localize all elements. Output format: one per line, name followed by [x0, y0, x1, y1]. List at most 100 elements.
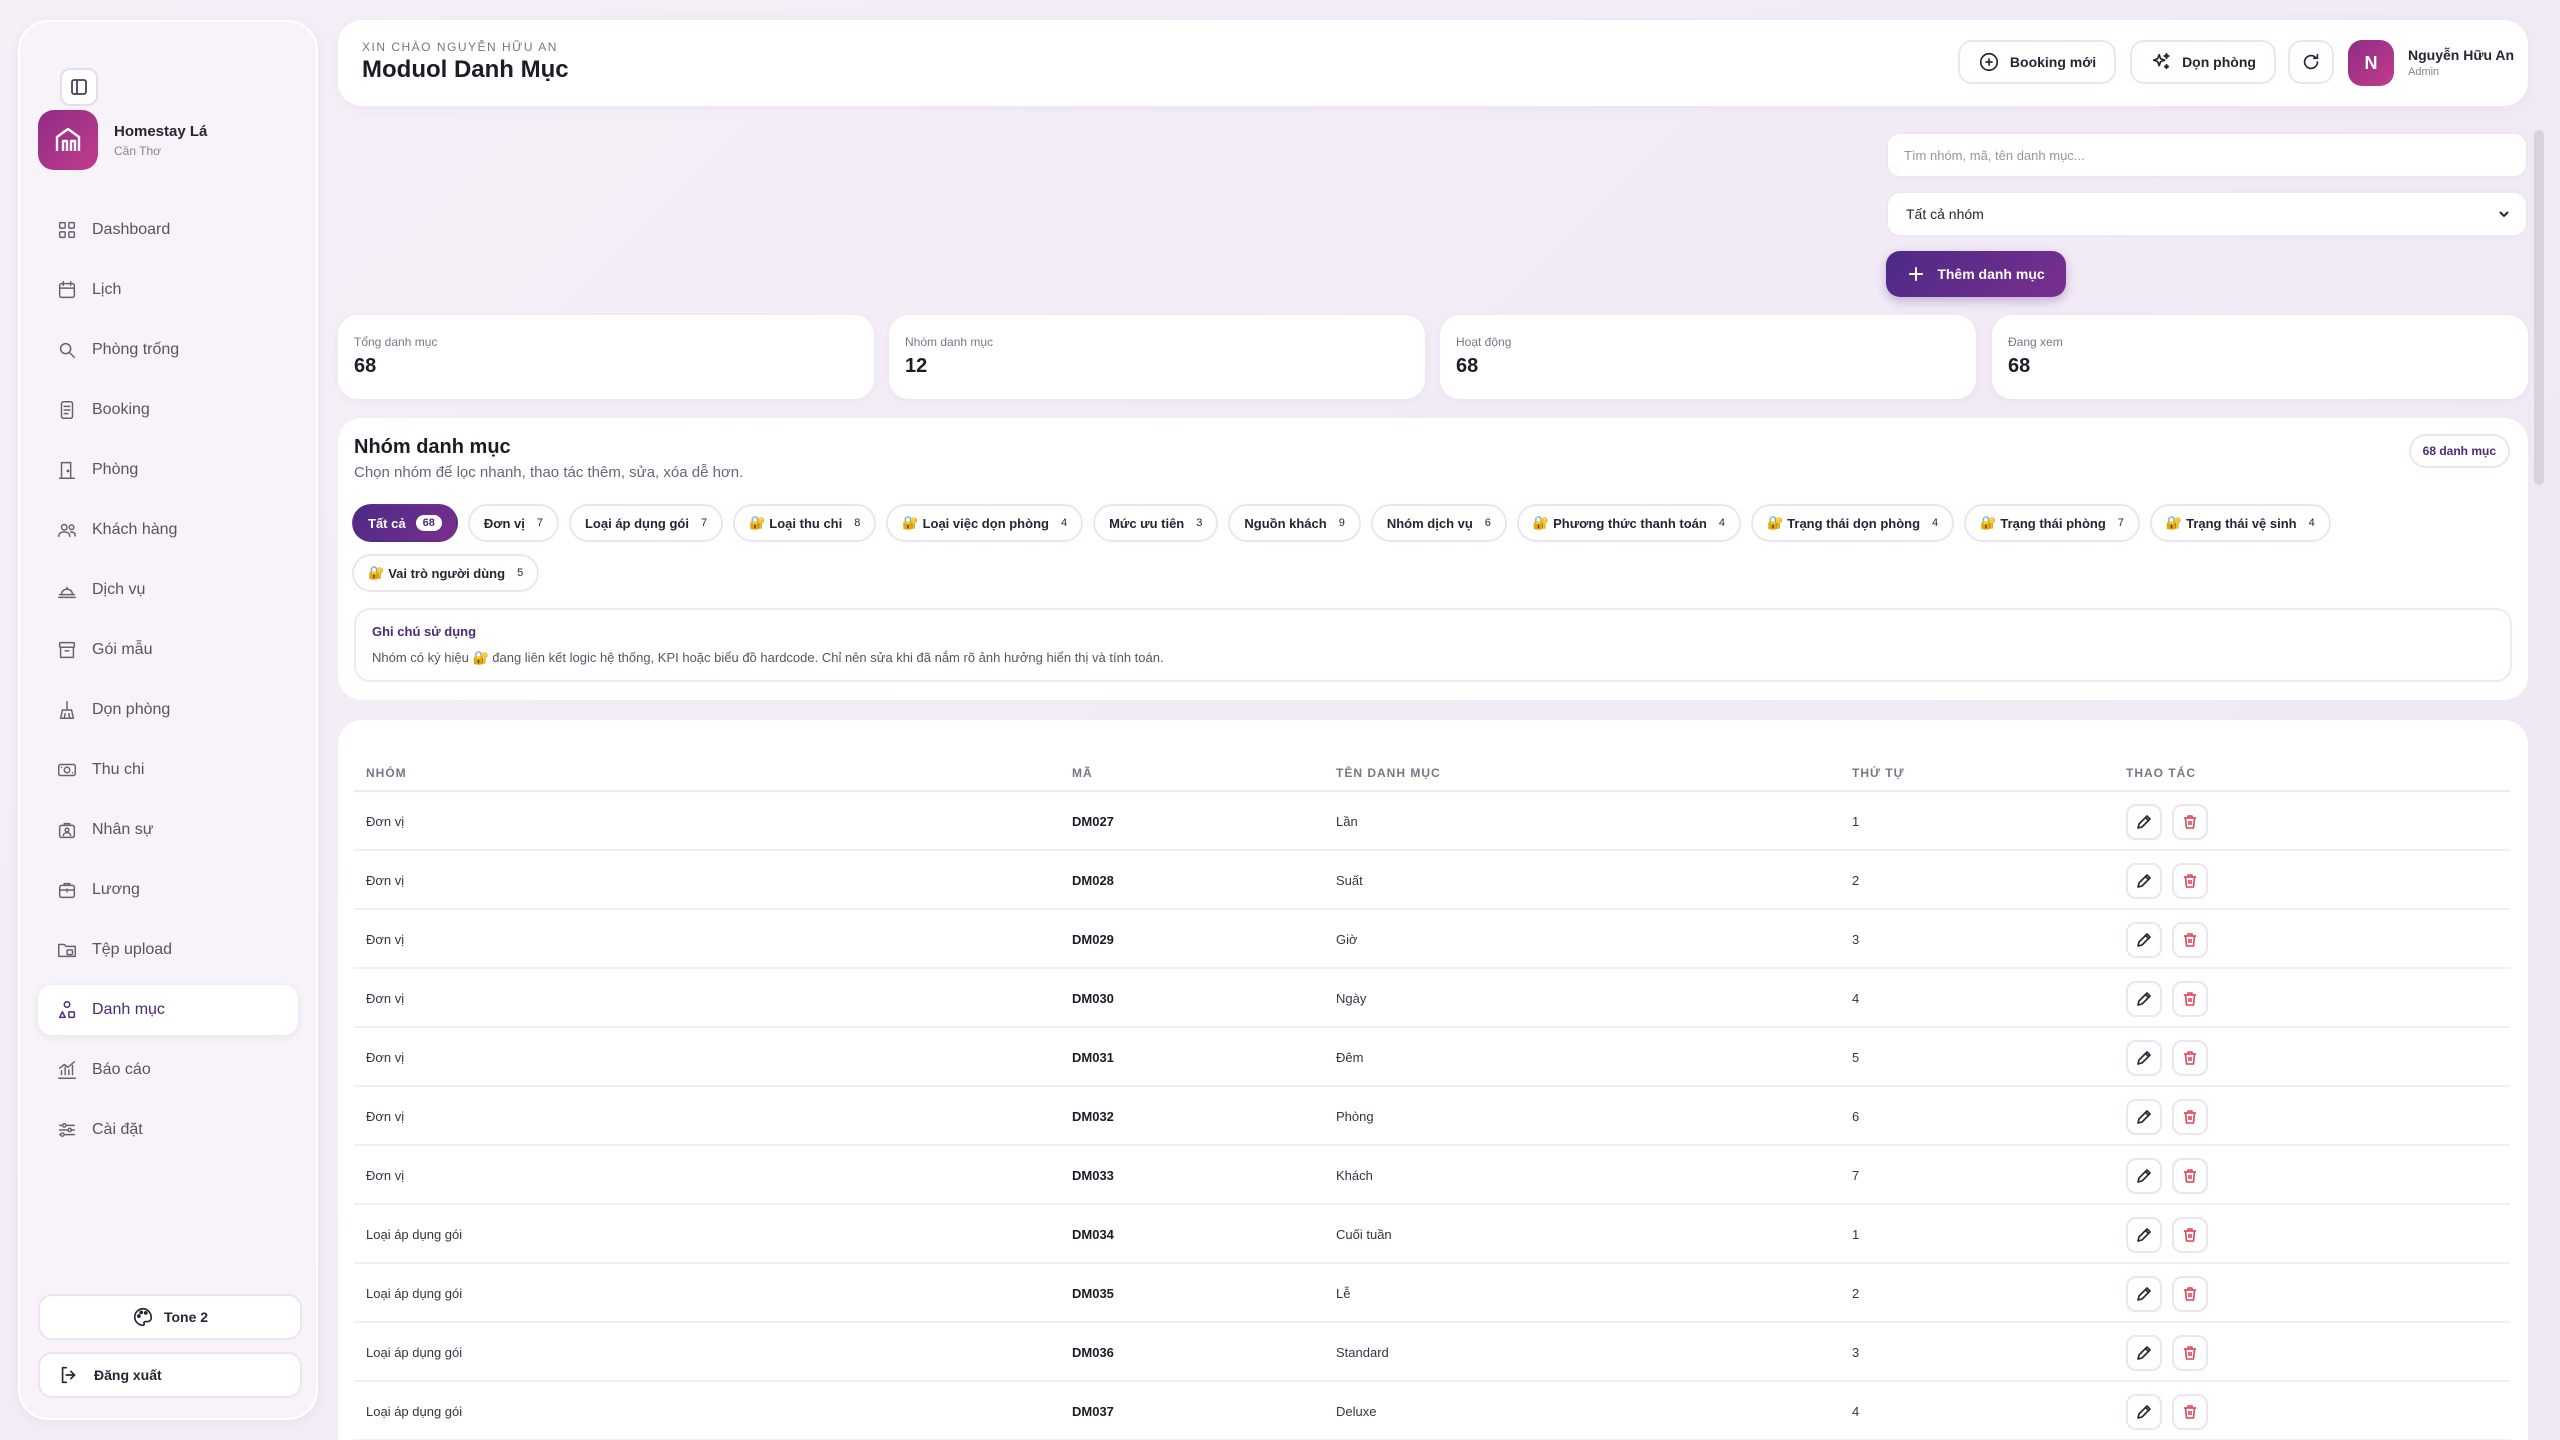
group-chip[interactable]: 🔐 Loại việc dọn phòng 4 — [886, 504, 1084, 542]
row-actions — [2126, 1158, 2218, 1194]
table-row: Đơn vị DM033 Khách 7 — [354, 1146, 2510, 1205]
sidebar-item-6[interactable]: Dịch vụ — [38, 565, 298, 615]
search-input[interactable] — [1886, 132, 2528, 178]
row-name: Ngày — [1336, 991, 1367, 1006]
delete-button[interactable] — [2172, 981, 2208, 1017]
stat-value: 12 — [905, 355, 928, 377]
delete-button[interactable] — [2172, 863, 2208, 899]
refresh-button[interactable] — [2288, 40, 2334, 84]
sidebar-item-0[interactable]: Dashboard — [38, 205, 298, 255]
stat-total: Tổng danh mục 68 — [338, 315, 874, 399]
sidebar-toggle-button[interactable] — [60, 68, 98, 106]
row-group: Đơn vị — [366, 991, 405, 1006]
group-chip[interactable]: Nhóm dịch vụ 6 — [1370, 504, 1507, 542]
delete-button[interactable] — [2172, 804, 2208, 840]
edit-button[interactable] — [2126, 1394, 2162, 1430]
delete-button[interactable] — [2172, 1394, 2208, 1430]
table-row: Đơn vị DM029 Giờ 3 — [354, 910, 2510, 969]
delete-button[interactable] — [2172, 922, 2208, 958]
delete-button[interactable] — [2172, 1335, 2208, 1371]
group-chip[interactable]: 🔐 Trạng thái vệ sinh 4 — [2149, 504, 2331, 542]
row-code: DM035 — [1072, 1286, 1114, 1301]
sidebar-item-11[interactable]: Lương — [38, 865, 298, 915]
sidebar-item-label: Lịch — [92, 281, 122, 298]
chip-label: Trạng thái dọn phòng — [1787, 515, 1921, 531]
row-code: DM028 — [1072, 873, 1114, 888]
group-chip[interactable]: Đơn vị 7 — [467, 504, 559, 542]
chip-count: 9 — [1338, 517, 1345, 529]
group-chip[interactable]: Tất cả 68 — [352, 504, 458, 542]
table-body: Đơn vị DM027 Lần 1 Đơn vị DM028 Suất 2 Đơn vị DM0… — [354, 792, 2510, 1440]
column-header-name[interactable]: TÊN DANH MỤC — [1336, 766, 1441, 780]
sidebar-item-15[interactable]: Cài đặt — [38, 1105, 298, 1155]
chip-count: 4 — [1060, 517, 1068, 529]
group-filter-select[interactable]: Tất cả nhóm — [1886, 191, 2528, 237]
sidebar-item-3[interactable]: Booking — [38, 385, 298, 435]
clean-room-label: Dọn phòng — [2182, 54, 2256, 70]
pencil-icon — [2137, 1051, 2151, 1065]
group-chip[interactable]: 🔐 Trạng thái dọn phòng 4 — [1750, 504, 1955, 542]
edit-button[interactable] — [2126, 804, 2162, 840]
edit-button[interactable] — [2126, 1217, 2162, 1253]
delete-button[interactable] — [2172, 1276, 2208, 1312]
edit-button[interactable] — [2126, 1099, 2162, 1135]
edit-button[interactable] — [2126, 981, 2162, 1017]
sidebar-item-10[interactable]: Nhân sự — [38, 805, 298, 855]
lock-icon: 🔐 — [1980, 515, 1997, 530]
sidebar-item-4[interactable]: Phòng — [38, 445, 298, 495]
sidebar-item-7[interactable]: Gói mẫu — [38, 625, 298, 675]
delete-button[interactable] — [2172, 1040, 2208, 1076]
row-actions — [2126, 1217, 2218, 1253]
group-chip[interactable]: 🔐 Phương thức thanh toán 4 — [1516, 504, 1741, 542]
delete-button[interactable] — [2172, 1099, 2208, 1135]
group-chip[interactable]: 🔐 Vai trò người dùng 5 — [352, 554, 540, 592]
sidebar-item-14[interactable]: Báo cáo — [38, 1045, 298, 1095]
column-header-group[interactable]: NHÓM — [366, 766, 407, 780]
table-row: Đơn vị DM031 Đêm 5 — [354, 1028, 2510, 1087]
sidebar-item-label: Khách hàng — [92, 521, 178, 538]
sidebar-item-13[interactable]: Danh mục — [38, 985, 298, 1035]
column-header-order[interactable]: THỨ TỰ — [1852, 766, 1905, 780]
logout-button[interactable]: Đăng xuất — [38, 1352, 302, 1398]
group-chip[interactable]: Mức ưu tiên 3 — [1093, 504, 1219, 542]
sidebar-item-8[interactable]: Dọn phòng — [38, 685, 298, 735]
sidebar-item-9[interactable]: Thu chi — [38, 745, 298, 795]
trash-icon — [2184, 1228, 2196, 1242]
stat-groups: Nhóm danh mục 12 — [889, 315, 1425, 399]
add-category-button[interactable]: Thêm danh mục — [1886, 251, 2066, 297]
sidebar-item-1[interactable]: Lịch — [38, 265, 298, 315]
row-group: Đơn vị — [366, 1109, 405, 1124]
row-code: DM032 — [1072, 1109, 1114, 1124]
table-row: Đơn vị DM028 Suất 2 — [354, 851, 2510, 910]
delete-button[interactable] — [2172, 1217, 2208, 1253]
tone-button[interactable]: Tone 2 — [38, 1294, 302, 1340]
row-order: 5 — [1852, 1050, 1860, 1065]
group-chip[interactable]: 🔐 Loại thu chi 8 — [733, 504, 877, 542]
row-name: Lần — [1336, 814, 1358, 829]
lock-icon: 🔐 — [472, 650, 489, 665]
group-filter-value: Tất cả nhóm — [1906, 206, 1984, 222]
edit-button[interactable] — [2126, 863, 2162, 899]
edit-button[interactable] — [2126, 1276, 2162, 1312]
delete-button[interactable] — [2172, 1158, 2208, 1194]
group-chip[interactable]: Loại áp dụng gói 7 — [568, 504, 724, 542]
row-order: 4 — [1852, 1404, 1860, 1419]
avatar[interactable]: N — [2348, 40, 2394, 86]
sidebar-item-label: Booking — [92, 401, 150, 418]
group-chip[interactable]: Nguồn khách 9 — [1228, 504, 1361, 542]
sidebar-item-12[interactable]: Tệp upload — [38, 925, 298, 975]
row-name: Standard — [1336, 1345, 1389, 1360]
edit-button[interactable] — [2126, 922, 2162, 958]
edit-button[interactable] — [2126, 1335, 2162, 1371]
sidebar-item-2[interactable]: Phòng trống — [38, 325, 298, 375]
clean-room-button[interactable]: Dọn phòng — [2130, 40, 2276, 84]
column-header-code[interactable]: MÃ — [1072, 766, 1093, 780]
page-scrollbar[interactable] — [2534, 130, 2544, 485]
edit-button[interactable] — [2126, 1158, 2162, 1194]
new-booking-button[interactable]: Booking mới — [1958, 40, 2116, 84]
group-chip[interactable]: 🔐 Trạng thái phòng 7 — [1964, 504, 2140, 542]
edit-button[interactable] — [2126, 1040, 2162, 1076]
row-group: Loại áp dụng gói — [366, 1227, 463, 1242]
row-code: DM034 — [1072, 1227, 1114, 1242]
sidebar-item-5[interactable]: Khách hàng — [38, 505, 298, 555]
